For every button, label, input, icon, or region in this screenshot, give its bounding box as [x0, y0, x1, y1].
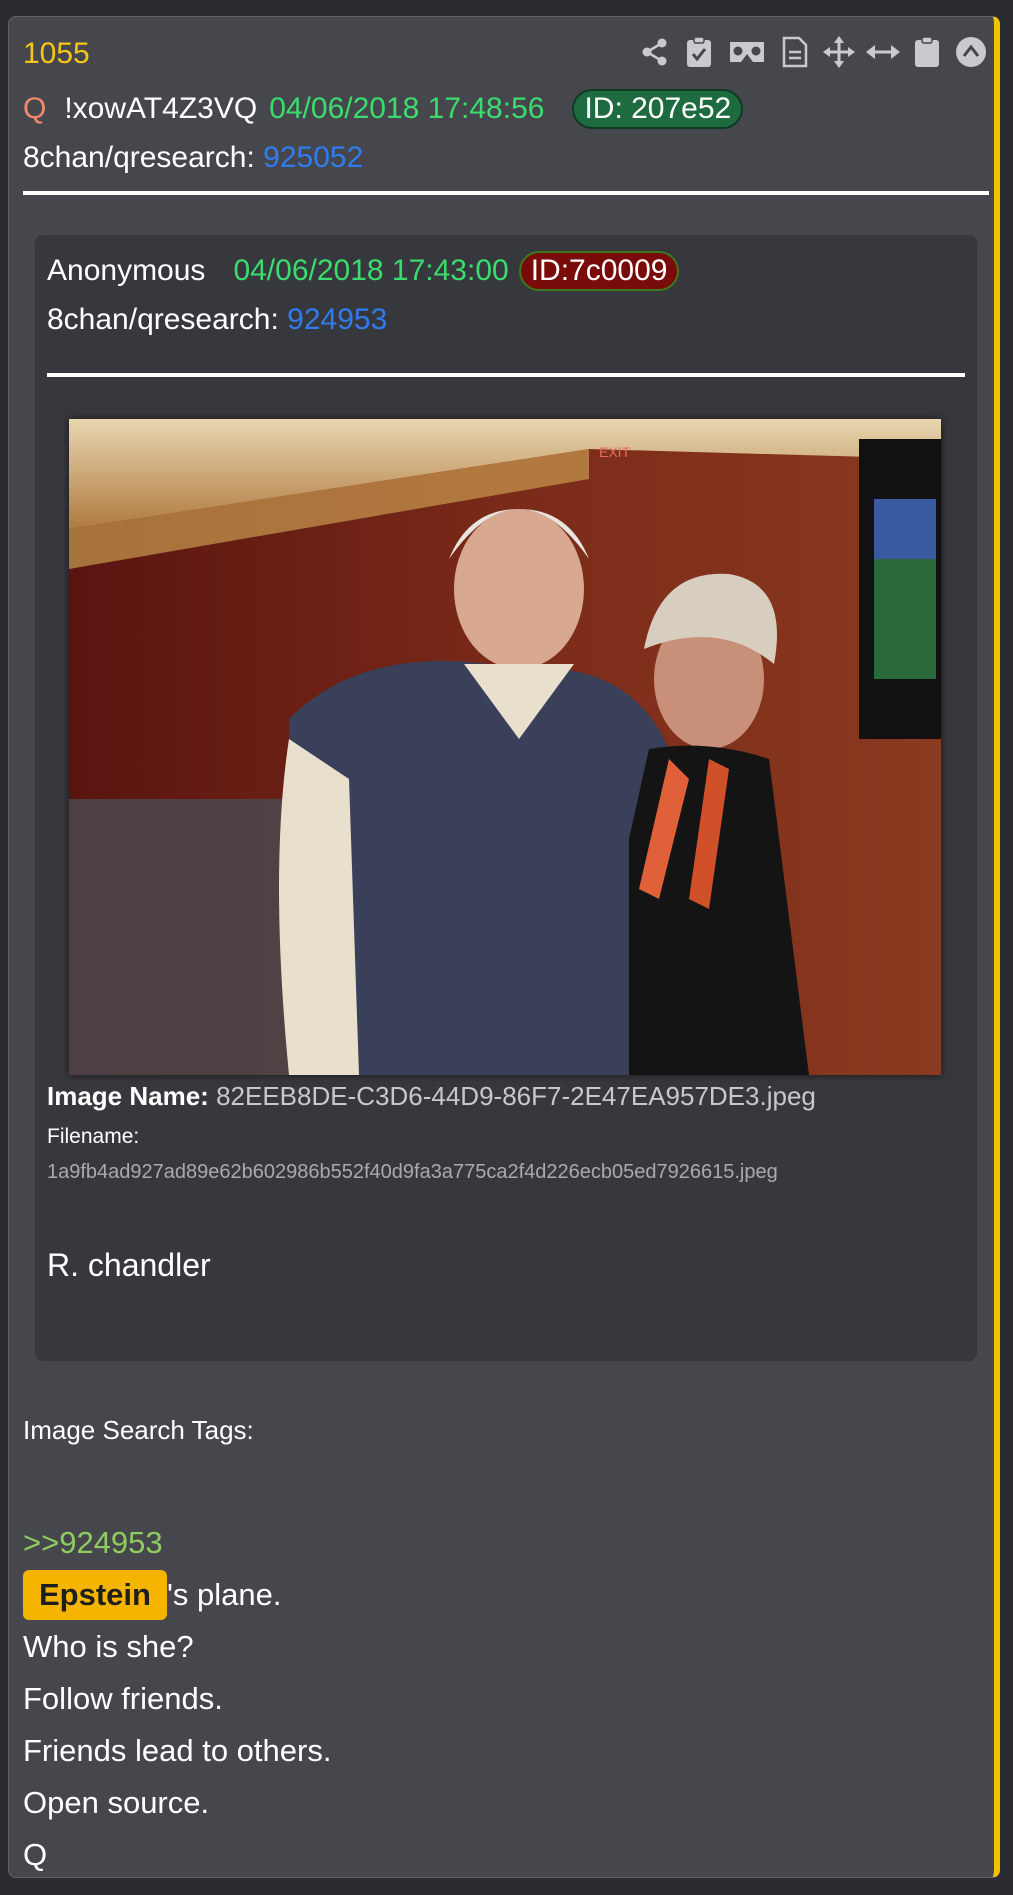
quoted-post: Anonymous 04/06/2018 17:43:00 ID:7c0009 8c… — [35, 235, 977, 1361]
clipboard-check-icon[interactable] — [682, 35, 716, 69]
poster-id-badge[interactable]: ID: 207e52 — [572, 89, 744, 129]
scroll-up-icon[interactable] — [954, 35, 988, 69]
quoted-author-line: Anonymous 04/06/2018 17:43:00 ID:7c0009 — [47, 251, 680, 291]
post-board-line: 8chan/qresearch: 925052 — [23, 141, 363, 175]
clipboard-icon[interactable] — [910, 35, 944, 69]
tripcode: !xowAT4Z3VQ — [64, 92, 258, 125]
quoted-datetime: 04/06/2018 17:43:00 — [233, 254, 509, 287]
attached-photo[interactable]: EXIT — [69, 419, 941, 1075]
post-body: >>924953 Epstein's plane. Who is she? Fo… — [23, 1517, 331, 1881]
post-line-3: Follow friends. — [23, 1681, 223, 1716]
quoted-author: Anonymous — [47, 254, 206, 287]
post-line-2: Who is she? — [23, 1629, 194, 1664]
document-icon[interactable] — [778, 35, 812, 69]
filename-label: Filename: — [47, 1125, 140, 1148]
share-icon[interactable] — [638, 35, 672, 69]
post-line-1-text: 's plane. — [166, 1577, 282, 1612]
move-arrows-icon[interactable] — [822, 35, 856, 69]
quoted-divider — [47, 373, 965, 377]
board-label: 8chan/qresearch: — [23, 141, 255, 174]
post-signature: Q — [23, 1837, 48, 1872]
post-line-5: Open source. — [23, 1785, 210, 1820]
filename-value[interactable]: 1a9fb4ad927ad89e62b602986b552f40d9fa3a77… — [47, 1161, 778, 1184]
post-datetime: 04/06/2018 17:48:56 — [269, 92, 545, 125]
highlighted-keyword[interactable]: Epstein — [23, 1570, 167, 1620]
image-search-tags-label: Image Search Tags: — [23, 1415, 254, 1445]
q-post-card: 1055 Q !xowAT4Z3VQ 04/06/2018 17:48:56 I… — [8, 16, 1000, 1878]
board-post-link[interactable]: 925052 — [263, 141, 363, 174]
quoted-board-post-link[interactable]: 924953 — [287, 303, 387, 336]
post-line-1: Epstein's plane. — [23, 1569, 331, 1621]
post-toolbar — [638, 35, 988, 69]
post-line-4: Friends lead to others. — [23, 1733, 332, 1768]
image-name-line: Image Name: 82EEB8DE-C3D6-44D9-86F7-2E47… — [47, 1081, 816, 1112]
image-name-label: Image Name: — [47, 1081, 209, 1111]
reply-link[interactable]: >>924953 — [23, 1517, 331, 1569]
horizontal-arrows-icon[interactable] — [866, 35, 900, 69]
post-number: 1055 — [23, 37, 90, 70]
header-divider — [23, 191, 989, 195]
quoted-id-badge[interactable]: ID:7c0009 — [518, 251, 680, 291]
poster-name: Q — [23, 92, 47, 125]
quoted-board-line: 8chan/qresearch: 924953 — [47, 303, 387, 337]
quoted-post-body: R. chandler — [47, 1247, 211, 1283]
quoted-board-label: 8chan/qresearch: — [47, 303, 279, 336]
image-name-value: 82EEB8DE-C3D6-44D9-86F7-2E47EA957DE3.jpe… — [216, 1081, 816, 1111]
vr-headset-icon[interactable] — [726, 35, 768, 69]
post-author-line: Q !xowAT4Z3VQ 04/06/2018 17:48:56 ID: 207e5… — [23, 89, 744, 129]
svg-text:EXIT: EXIT — [599, 444, 631, 460]
